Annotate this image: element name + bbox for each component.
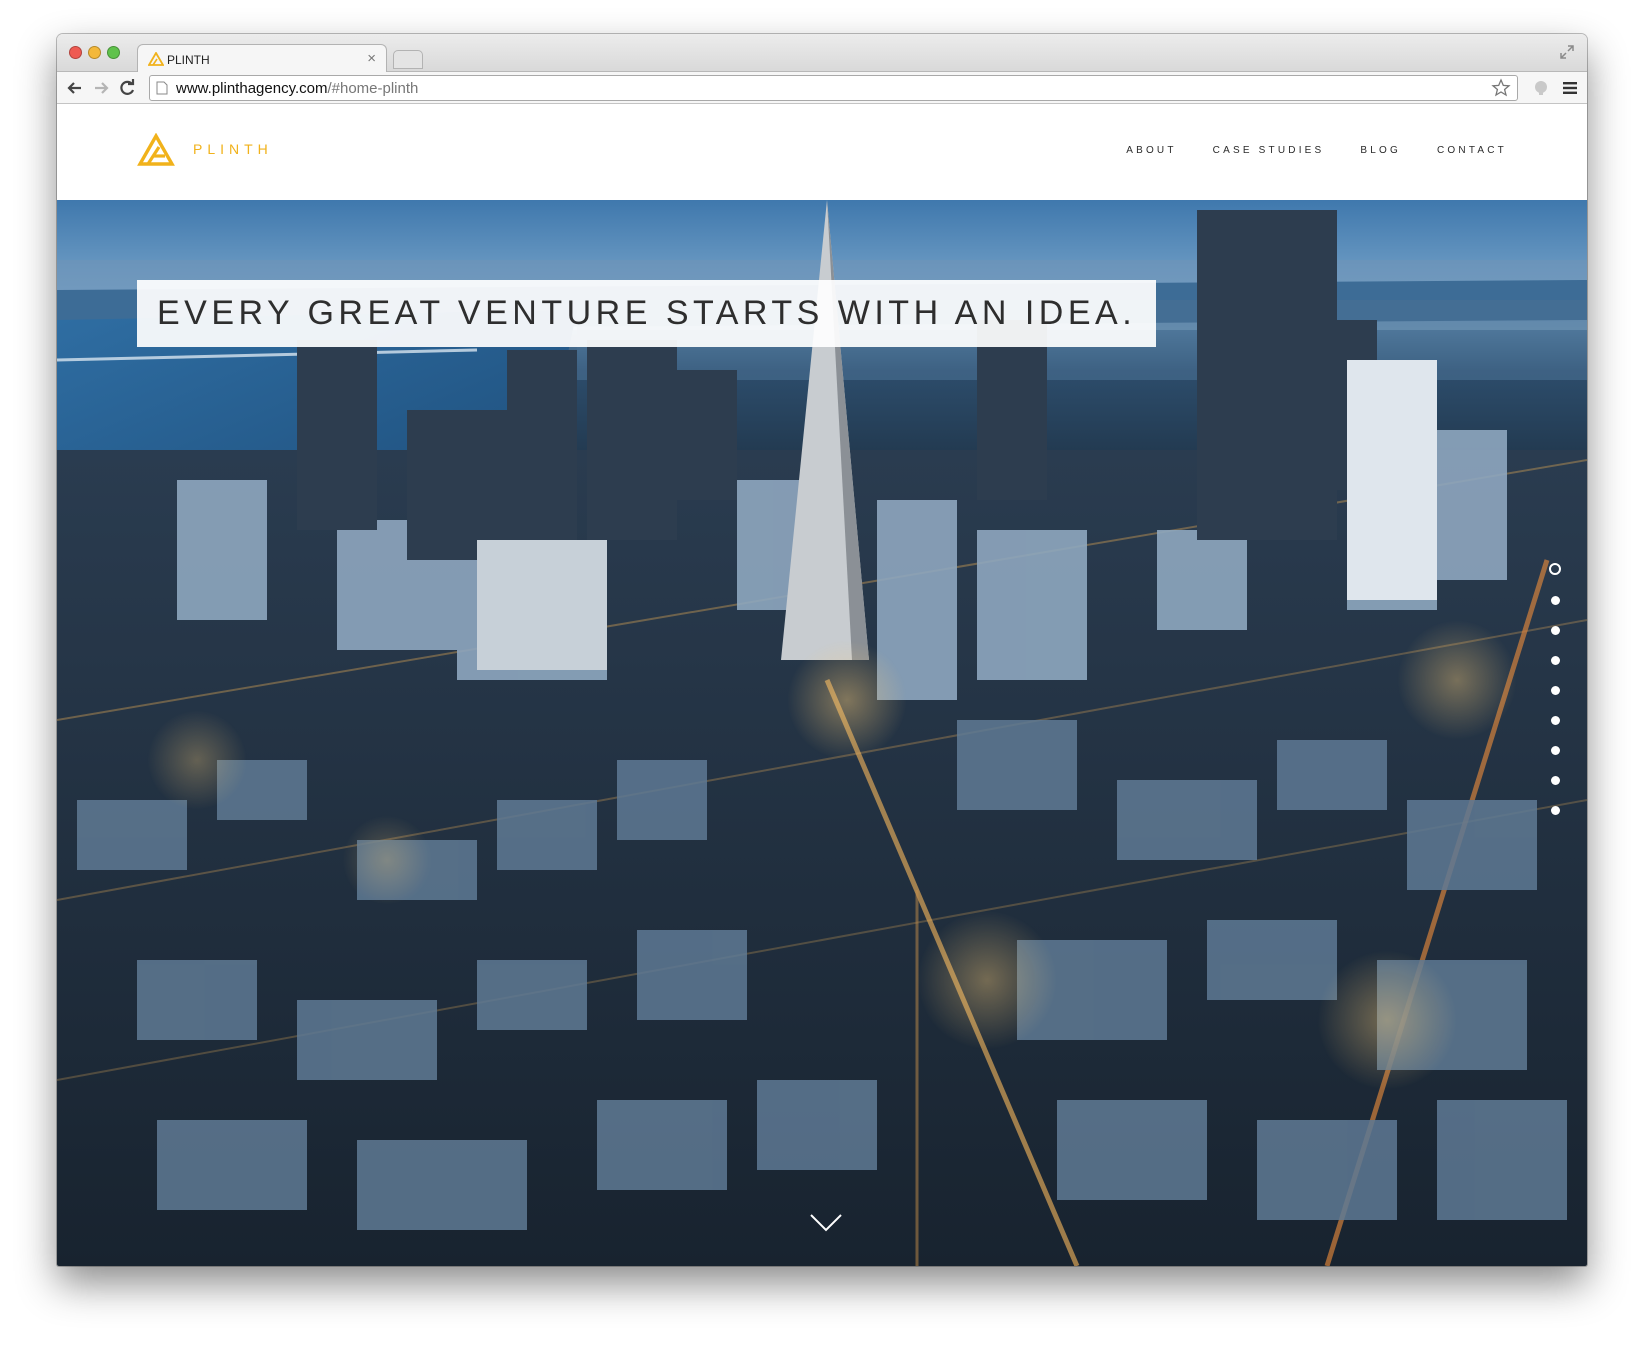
nav-blog[interactable]: BLOG (1360, 145, 1401, 156)
headline-box: EVERY GREAT VENTURE STARTS WITH AN IDEA. (137, 280, 1157, 347)
address-bar[interactable]: www.plinthagency.com/#home-plinth (149, 75, 1518, 101)
close-window-button[interactable] (69, 46, 82, 59)
new-tab-button[interactable] (393, 50, 423, 69)
main-nav: ABOUT CASE STUDIES BLOG CONTACT (1126, 145, 1507, 156)
slide-pagination (1549, 563, 1561, 836)
hero-section: EVERY GREAT VENTURE STARTS WITH AN IDEA. (57, 200, 1587, 1266)
tab-plinth[interactable]: PLINTH × (137, 44, 387, 73)
slide-dot-3[interactable] (1550, 626, 1560, 635)
back-arrow-icon[interactable] (65, 78, 85, 98)
plinth-favicon-icon (148, 52, 164, 66)
slide-dot-5[interactable] (1550, 686, 1560, 695)
nav-contact[interactable]: CONTACT (1437, 145, 1507, 156)
browser-toolbar: www.plinthagency.com/#home-plinth (57, 72, 1587, 104)
minimize-window-button[interactable] (88, 46, 101, 59)
slide-dot-7[interactable] (1550, 746, 1560, 755)
logo-text[interactable]: PLINTH (193, 141, 273, 157)
slide-dot-6[interactable] (1550, 716, 1560, 725)
nav-about[interactable]: ABOUT (1126, 145, 1176, 156)
plinth-logo-icon[interactable] (137, 133, 175, 167)
zoom-window-button[interactable] (107, 46, 120, 59)
slide-dot-1[interactable] (1549, 563, 1561, 575)
city-aerial-image (57, 200, 1587, 1266)
web-page: PLINTH ABOUT CASE STUDIES BLOG CONTACT E… (57, 105, 1587, 1266)
slide-dot-4[interactable] (1550, 656, 1560, 665)
reload-icon[interactable] (117, 78, 137, 98)
tab-bar: PLINTH × (57, 34, 1587, 73)
slide-dot-9[interactable] (1550, 806, 1560, 815)
scroll-down-chevron-icon[interactable] (809, 1212, 843, 1234)
slide-dot-8[interactable] (1550, 776, 1560, 785)
extension-icon[interactable] (1533, 80, 1549, 96)
nav-case-studies[interactable]: CASE STUDIES (1213, 145, 1325, 156)
browser-menu-icon[interactable] (1563, 81, 1577, 95)
tab-close-icon[interactable]: × (367, 50, 376, 67)
forward-arrow-icon[interactable] (91, 78, 111, 98)
url-text: www.plinthagency.com/#home-plinth (176, 80, 419, 97)
page-icon (156, 81, 168, 95)
browser-window: PLINTH × www.plinthagency.com/#home-plin… (57, 34, 1587, 1266)
site-header: PLINTH ABOUT CASE STUDIES BLOG CONTACT (57, 105, 1587, 200)
hero-headline: EVERY GREAT VENTURE STARTS WITH AN IDEA. (157, 294, 1137, 332)
slide-dot-2[interactable] (1550, 596, 1560, 605)
tab-title: PLINTH (167, 53, 210, 67)
fullscreen-icon[interactable] (1559, 44, 1575, 60)
bookmark-star-icon[interactable] (1491, 78, 1511, 98)
